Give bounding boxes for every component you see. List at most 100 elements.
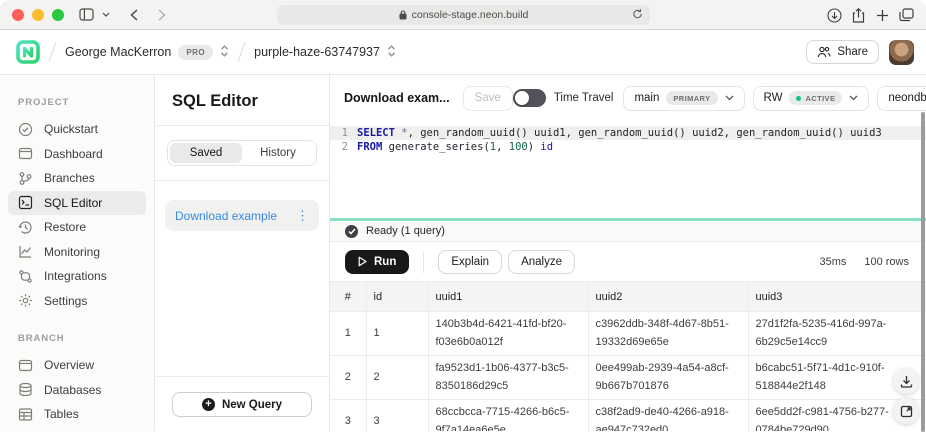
active-badge: ACTIVE: [789, 91, 842, 105]
table-row[interactable]: 1 1 140b3b4d-6421-41fd-bf20-f03e6b0a012f…: [330, 312, 926, 356]
share-button[interactable]: Share: [806, 40, 879, 64]
sidebar-item-roles[interactable]: Roles: [8, 427, 146, 432]
tab-saved[interactable]: Saved: [170, 143, 242, 163]
query-title: Download exam...: [344, 91, 450, 105]
code-line-1[interactable]: 1 SELECT *, gen_random_uuid() uuid1, gen…: [330, 126, 926, 140]
explain-button[interactable]: Explain: [438, 250, 502, 274]
column-header[interactable]: #: [330, 282, 366, 312]
table-icon: [18, 407, 33, 422]
sidebar-item-restore[interactable]: Restore: [8, 215, 146, 240]
sidebar-item-databases[interactable]: Databases: [8, 378, 146, 403]
back-icon[interactable]: [122, 3, 146, 27]
minimize-window-button[interactable]: [32, 9, 44, 21]
window-icon: [18, 146, 33, 161]
column-header[interactable]: uuid2: [588, 282, 748, 312]
saved-history-tabs: Saved History: [167, 140, 317, 166]
app-header: George MacKerron PRO purple-haze-6374793…: [0, 30, 926, 75]
lock-icon: [399, 10, 407, 20]
database-dropdown[interactable]: neondb: [877, 86, 926, 111]
sidebar-item-label: Monitoring: [44, 245, 100, 259]
breadcrumb-org[interactable]: George MacKerron PRO: [65, 45, 229, 60]
sidebar-item-dashboard[interactable]: Dashboard: [8, 142, 146, 167]
share-page-icon[interactable]: [846, 3, 870, 27]
sidebar-item-branches[interactable]: Branches: [8, 166, 146, 191]
table-row[interactable]: 3 3 68ccbcca-7715-4266-b6c5-9f7a14ea6e5e…: [330, 400, 926, 432]
run-button[interactable]: Run: [345, 250, 409, 274]
chevron-down-icon: [725, 95, 734, 101]
sidebar-item-label: SQL Editor: [44, 196, 102, 210]
sidebar-toggle-icon[interactable]: [74, 3, 98, 27]
sql-editor-panel: SQL Editor Saved History Download exampl…: [155, 75, 330, 431]
sidebar-item-integrations[interactable]: Integrations: [8, 264, 146, 289]
org-name: George MacKerron: [65, 45, 171, 59]
kebab-menu-icon[interactable]: ⋮: [296, 209, 309, 222]
code-line-2[interactable]: 2 FROM generate_series(1, 100) id: [330, 140, 926, 154]
chevron-down-icon[interactable]: [98, 3, 114, 27]
compute-dropdown[interactable]: RW ACTIVE: [753, 86, 870, 111]
cell-uuid2: 0ee499ab-2939-4a54-a8cf-9b667b701876: [588, 356, 748, 400]
analyze-button[interactable]: Analyze: [508, 250, 575, 274]
plus-circle-icon: +: [202, 398, 215, 411]
sidebar-item-overview[interactable]: Overview: [8, 353, 146, 378]
cell-rownum: 1: [330, 312, 366, 356]
saved-query-name: Download example: [175, 209, 277, 223]
toolbar-divider: [423, 251, 424, 273]
column-header[interactable]: uuid3: [748, 282, 926, 312]
database-name: neondb: [888, 92, 926, 104]
saved-query-item[interactable]: Download example ⋮: [165, 200, 319, 231]
sql-editor-icon: [18, 195, 33, 210]
sidebar-item-label: Quickstart: [44, 122, 98, 136]
browser-chrome: console-stage.neon.build: [0, 0, 926, 30]
breadcrumb-divider: [49, 42, 57, 61]
cell-rownum: 2: [330, 356, 366, 400]
sql-code-editor[interactable]: 1 SELECT *, gen_random_uuid() uuid1, gen…: [330, 121, 926, 218]
chevron-down-icon: [849, 95, 858, 101]
tab-history[interactable]: History: [242, 143, 314, 163]
play-icon: [358, 256, 367, 267]
branch-dropdown[interactable]: main PRIMARY: [623, 86, 744, 111]
sidebar-item-sql-editor[interactable]: SQL Editor: [8, 191, 146, 216]
editor-pane: Download exam... Save Time Travel main P…: [330, 75, 926, 431]
query-duration: 35ms: [819, 256, 846, 268]
table-row[interactable]: 2 2 fa9523d1-1b06-4377-b3c5-8350186d29c5…: [330, 356, 926, 400]
sidebar-item-quickstart[interactable]: Quickstart: [8, 117, 146, 142]
sidebar-item-tables[interactable]: Tables: [8, 402, 146, 427]
zoom-window-button[interactable]: [52, 9, 64, 21]
downloads-icon[interactable]: [822, 3, 846, 27]
user-avatar[interactable]: [889, 40, 914, 65]
address-bar[interactable]: console-stage.neon.build: [277, 5, 650, 25]
breadcrumb-project[interactable]: purple-haze-63747937: [254, 45, 396, 60]
neon-logo[interactable]: [16, 40, 40, 64]
column-header[interactable]: id: [366, 282, 428, 312]
time-travel-toggle[interactable]: [513, 89, 546, 107]
database-icon: [18, 382, 33, 397]
sidebar-item-settings[interactable]: Settings: [8, 289, 146, 314]
compute-name: RW: [764, 92, 783, 104]
cell-uuid2: c3962ddb-348f-4d67-8b51-19332d69e65e: [588, 312, 748, 356]
forward-icon[interactable]: [150, 3, 174, 27]
cell-uuid2: c38f2ad9-de40-4266-a918-ae947c732ed0: [588, 400, 748, 432]
sidebar-item-label: Integrations: [44, 269, 107, 283]
gear-icon: [18, 293, 33, 308]
git-branch-icon: [18, 171, 33, 186]
share-label: Share: [837, 46, 868, 58]
line-number: 2: [330, 140, 348, 154]
sidebar-item-monitoring[interactable]: Monitoring: [8, 240, 146, 265]
sidebar-item-label: Branches: [44, 171, 95, 185]
project-selector-icon[interactable]: [387, 45, 396, 60]
download-results-button[interactable]: [893, 368, 919, 394]
tab-overview-icon[interactable]: [894, 3, 918, 27]
org-selector-icon[interactable]: [220, 45, 229, 60]
save-button[interactable]: Save: [463, 86, 513, 111]
status-bar: Ready (1 query): [330, 221, 926, 242]
column-header[interactable]: uuid1: [428, 282, 588, 312]
history-icon: [18, 220, 33, 235]
reload-icon[interactable]: [632, 8, 643, 23]
branch-name: main: [634, 92, 659, 104]
new-tab-icon[interactable]: [870, 3, 894, 27]
new-query-button[interactable]: + New Query: [172, 392, 312, 417]
close-window-button[interactable]: [12, 9, 24, 21]
page-scrollbar[interactable]: [921, 112, 925, 432]
expand-results-button[interactable]: [893, 398, 919, 424]
sidebar-item-label: Dashboard: [44, 147, 103, 161]
